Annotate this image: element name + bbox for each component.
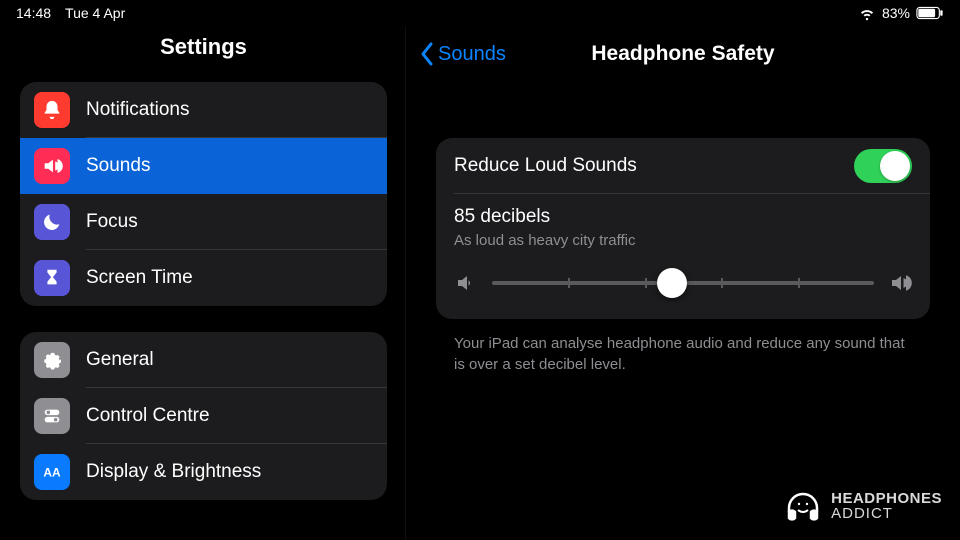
svg-text:AA: AA <box>43 466 61 480</box>
reduce-loud-sounds-label: Reduce Loud Sounds <box>454 155 637 177</box>
settings-panel: Reduce Loud Sounds 85 decibels As loud a… <box>436 138 930 319</box>
speaker-low-icon <box>454 271 478 295</box>
footer-description: Your iPad can analyse headphone audio an… <box>454 333 912 375</box>
sidebar-item-label: General <box>86 349 154 371</box>
slider-thumb[interactable] <box>657 268 687 298</box>
status-time: 14:48 <box>16 5 51 21</box>
sidebar-item-label: Sounds <box>86 155 150 177</box>
bell-icon <box>34 92 70 128</box>
battery-percent: 83% <box>882 5 910 21</box>
headphones-icon <box>783 486 823 526</box>
back-label: Sounds <box>438 43 506 66</box>
sidebar-item-label: Focus <box>86 211 138 233</box>
decibel-description: As loud as heavy city traffic <box>454 232 912 249</box>
sidebar-title: Settings <box>20 26 387 82</box>
sidebar-item-label: Screen Time <box>86 267 193 289</box>
sidebar-item-general[interactable]: General <box>20 332 387 388</box>
watermark-line1: HEADPHONES <box>831 491 942 506</box>
chevron-left-icon <box>420 42 434 66</box>
sidebar-group-1: Notifications Sounds Focus Screen Time <box>20 82 387 306</box>
speaker-high-icon <box>888 271 912 295</box>
moon-icon <box>34 204 70 240</box>
sidebar-item-display-brightness[interactable]: AA Display & Brightness <box>20 444 387 500</box>
detail-pane: Sounds Headphone Safety Reduce Loud Soun… <box>405 26 960 540</box>
decibel-value: 85 decibels <box>454 206 912 228</box>
sidebar-item-notifications[interactable]: Notifications <box>20 82 387 138</box>
speaker-icon <box>34 148 70 184</box>
back-button[interactable]: Sounds <box>420 42 506 66</box>
status-date: Tue 4 Apr <box>65 5 125 21</box>
gear-icon <box>34 342 70 378</box>
sidebar-item-label: Display & Brightness <box>86 461 261 483</box>
status-bar: 14:48 Tue 4 Apr 83% <box>0 0 960 26</box>
watermark-line2: ADDICT <box>831 506 942 521</box>
aa-icon: AA <box>34 454 70 490</box>
sidebar-item-sounds[interactable]: Sounds <box>20 138 387 194</box>
sidebar-group-2: General Control Centre AA Display & Brightn… <box>20 332 387 500</box>
decibel-slider[interactable] <box>492 281 874 285</box>
reduce-loud-sounds-toggle[interactable] <box>854 149 912 183</box>
wifi-icon <box>858 4 876 22</box>
settings-sidebar: Settings Notifications Sounds Focus Screen … <box>0 26 405 540</box>
sidebar-item-label: Notifications <box>86 99 190 121</box>
sidebar-item-control-centre[interactable]: Control Centre <box>20 388 387 444</box>
watermark: HEADPHONES ADDICT <box>783 486 942 526</box>
hourglass-icon <box>34 260 70 296</box>
sidebar-item-label: Control Centre <box>86 405 210 427</box>
sidebar-item-focus[interactable]: Focus <box>20 194 387 250</box>
battery-icon <box>916 6 944 20</box>
toggles-icon <box>34 398 70 434</box>
sidebar-item-screen-time[interactable]: Screen Time <box>20 250 387 306</box>
